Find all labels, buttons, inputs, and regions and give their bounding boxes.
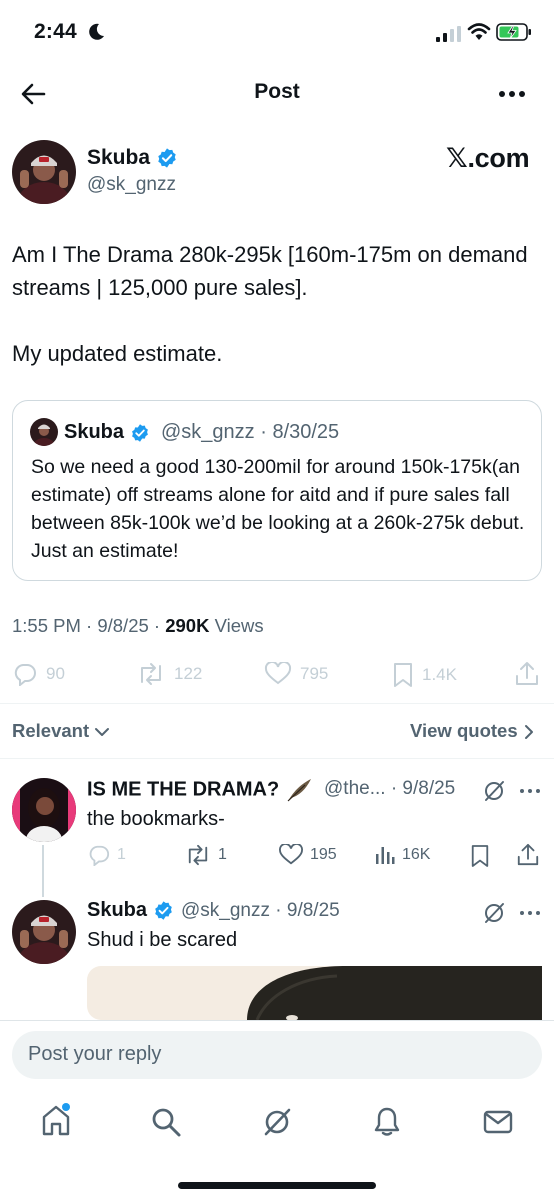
verified-badge-icon <box>131 423 148 442</box>
grok-icon[interactable] <box>261 1106 293 1138</box>
verified-badge-icon <box>158 148 176 169</box>
views-icon <box>376 847 395 864</box>
messages-icon[interactable] <box>482 1108 514 1136</box>
divider <box>0 758 554 759</box>
feather-icon <box>287 779 311 802</box>
battery-charging-icon <box>496 23 531 41</box>
thread-line <box>42 845 44 897</box>
like-action[interactable]: 795 <box>264 662 328 686</box>
repost-action[interactable]: 122 <box>136 662 202 686</box>
quote-meta: @sk_gnzz · 8/30/25 <box>161 421 340 443</box>
post-timestamp-views: 1:55 PM · 9/8/25 · 290K Views <box>12 615 264 637</box>
reply-repost-action[interactable]: 1 <box>184 844 227 866</box>
repost-icon <box>141 663 161 685</box>
reply-icon <box>89 845 110 866</box>
verified-badge-icon <box>154 901 172 920</box>
search-icon[interactable] <box>150 1106 182 1138</box>
moon-icon <box>89 23 104 40</box>
reply-meta: @sk_gnzz · 9/8/25 <box>181 900 340 921</box>
reply-avatar[interactable] <box>12 778 76 842</box>
reply-action[interactable]: 90 <box>12 662 65 686</box>
grok-icon[interactable] <box>482 779 506 803</box>
post-text: Am I The Drama 280k-295k [160m-175m on d… <box>12 242 528 366</box>
like-count: 795 <box>300 664 329 683</box>
reply-icon <box>14 664 36 686</box>
bookmark-count: 1.4K <box>422 665 457 684</box>
reply-media-image[interactable] <box>87 966 542 1020</box>
bookmark-icon[interactable] <box>470 844 490 868</box>
reply-count: 1 <box>117 846 126 863</box>
home-icon[interactable] <box>40 1103 72 1137</box>
share-icon[interactable] <box>516 842 540 868</box>
reply-text: Shud i be scared <box>87 929 238 951</box>
reply-reply-action[interactable]: 1 <box>87 844 126 866</box>
more-dots-icon[interactable] <box>494 82 530 106</box>
reply-meta: @the... · 9/8/25 <box>324 778 456 799</box>
bookmark-icon <box>394 663 412 687</box>
reply-count: 90 <box>46 664 65 683</box>
like-count: 195 <box>310 846 337 863</box>
reply-author-name[interactable]: IS ME THE DRAMA? <box>87 777 313 803</box>
reply-views-action[interactable]: 16K <box>374 844 430 866</box>
views-label: Views <box>209 615 264 636</box>
reply-input-placeholder: Post your reply <box>28 1043 162 1065</box>
bookmark-action[interactable]: 1.4K <box>392 662 457 688</box>
home-indicator[interactable] <box>178 1182 376 1189</box>
share-icon[interactable] <box>514 660 540 688</box>
reply-avatar[interactable] <box>12 900 76 964</box>
notifications-icon[interactable] <box>372 1105 402 1137</box>
status-time: 2:44 <box>34 20 77 43</box>
views-count: 16K <box>402 846 431 863</box>
divider <box>0 703 554 704</box>
repost-count: 122 <box>174 664 203 683</box>
heart-icon <box>279 844 303 865</box>
quote-text: So we need a good 130-200mil for around … <box>31 456 525 562</box>
reply-text: the bookmarks- <box>87 808 225 830</box>
view-quotes-link[interactable]: View quotes <box>410 720 535 742</box>
grok-icon[interactable] <box>482 901 506 925</box>
repost-icon <box>188 844 208 866</box>
post-timestamp: 1:55 PM · 9/8/25 · <box>12 615 166 636</box>
more-dots-icon[interactable] <box>518 908 542 918</box>
more-dots-icon[interactable] <box>518 786 542 796</box>
author-name[interactable]: Skuba <box>87 146 178 170</box>
quote-author-avatar <box>30 418 58 446</box>
heart-icon <box>264 662 292 685</box>
source-watermark: 𝕏.com <box>446 143 530 173</box>
author-avatar[interactable] <box>12 140 76 204</box>
repost-count: 1 <box>218 846 227 863</box>
cellular-signal-icon <box>436 26 461 42</box>
wifi-icon <box>467 23 491 40</box>
reply-author-name[interactable]: Skuba <box>87 899 174 922</box>
chevron-right-icon <box>524 725 533 740</box>
views-count: 290K <box>165 615 210 636</box>
reply-like-action[interactable]: 195 <box>278 844 337 866</box>
chevron-down-icon <box>95 728 110 737</box>
sort-dropdown[interactable]: Relevant <box>12 720 110 742</box>
page-title: Post <box>254 80 300 103</box>
author-handle[interactable]: @sk_gnzz <box>87 174 176 196</box>
quote-author-name: Skuba <box>64 421 150 444</box>
